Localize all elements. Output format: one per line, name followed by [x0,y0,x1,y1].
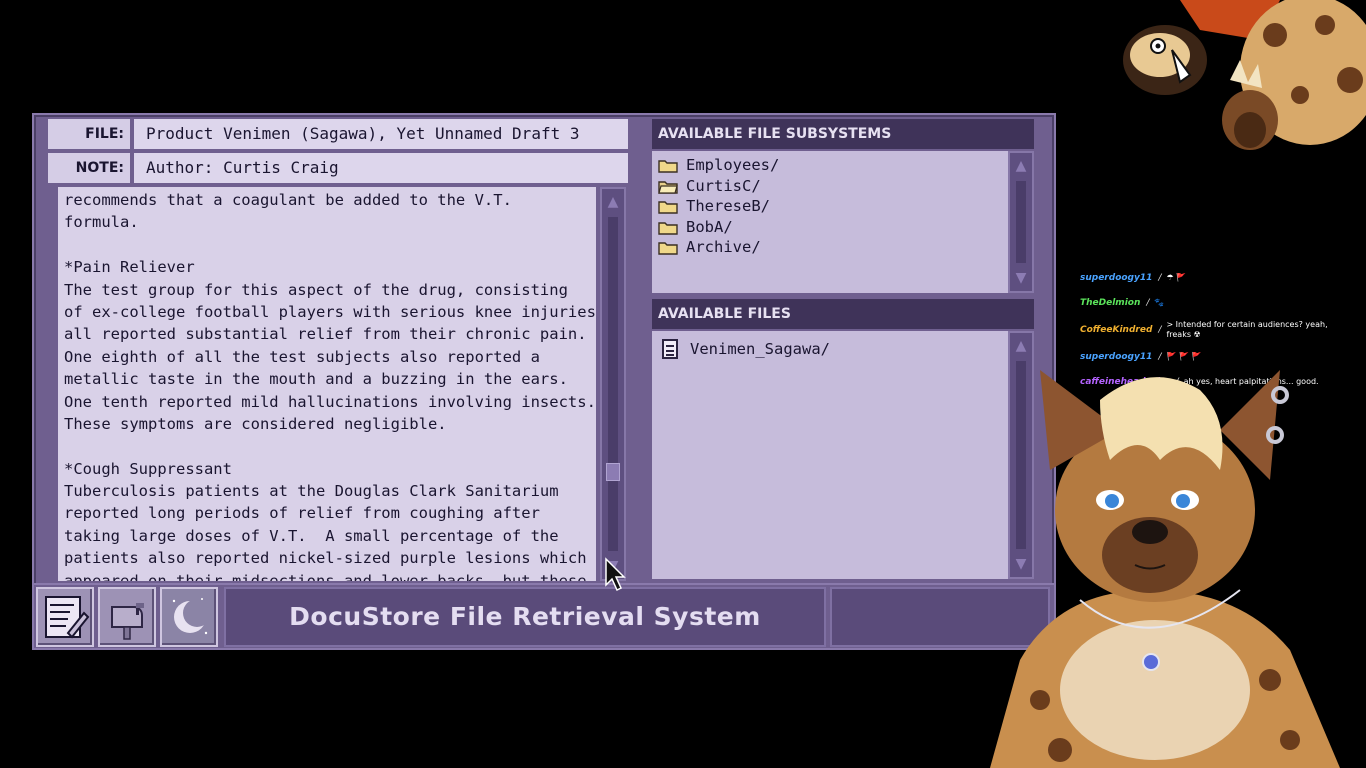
document-scrollbar[interactable]: ▲ ▼ [600,187,626,581]
scroll-up-arrow-icon[interactable]: ▲ [608,195,619,209]
open-folder-icon [658,179,678,194]
note-label: NOTE: [48,153,130,183]
doc-line: One eighth of all the test subjects also… [64,347,540,366]
list-item-label: BobA/ [686,217,733,236]
folder-icon [658,240,678,255]
doc-line: The test group for this aspect of the dr… [64,280,568,299]
subsystem-item-thereseb[interactable]: ThereseB/ [658,196,1008,217]
chat-message: CoffeeKindred / > Intended for certain a… [1080,315,1360,345]
subsystems-header: AVAILABLE FILE SUBSYSTEMS [652,119,1034,149]
scroll-up-arrow-icon[interactable]: ▲ [1016,339,1027,353]
document-pane: FILE: Product Venimen (Sagawa), Yet Unna… [48,117,630,583]
scroll-track[interactable] [1016,181,1026,263]
doc-line: These symptoms are considered negligible… [64,414,447,433]
file-item-venimen-sagawa[interactable]: Venimen_Sagawa/ [658,339,1008,360]
scroll-down-arrow-icon[interactable]: ▼ [1016,271,1027,285]
doc-line: Tuberculosis patients at the Douglas Cla… [64,482,559,501]
list-item-label: ThereseB/ [686,197,770,215]
mouse-cursor-icon [605,557,626,592]
file-name-field: Product Venimen (Sagawa), Yet Unnamed Dr… [134,119,628,149]
docustore-window: FILE: Product Venimen (Sagawa), Yet Unna… [32,113,1056,650]
doc-line: recommends that a coagulant be added to … [64,191,512,209]
document-text[interactable]: recommends that a coagulant be added to … [58,187,596,581]
doc-line: patients also reported nickel-sized purp… [64,549,587,568]
doc-line: formula. [64,213,139,232]
title-panel: DocuStore File Retrieval System [224,587,826,647]
app-title: DocuStore File Retrieval System [289,602,761,631]
moon-button[interactable] [160,587,218,647]
note-field: Author: Curtis Craig [134,153,628,183]
subsystem-item-employees[interactable]: Employees/ [658,155,1008,176]
document-icon [662,339,678,360]
doc-line [64,435,590,457]
subsystem-item-boba[interactable]: BobA/ [658,217,1008,238]
mailbox-button[interactable] [98,587,156,647]
chat-text: 🐾 [1154,297,1165,307]
notepad-button[interactable] [36,587,94,647]
note-row: NOTE: Author: Curtis Craig [48,153,630,183]
scroll-track[interactable] [608,217,618,551]
hyena-avatar [990,370,1340,768]
chat-message: superdoogy11 / ☂ 🚩 [1080,266,1360,291]
folder-icon [658,158,678,173]
doc-line: *Pain Reliever [64,258,195,277]
chat-separator: / [1146,297,1150,308]
scroll-thumb[interactable] [606,463,620,482]
moon-icon [172,598,211,635]
subsystem-item-curtisc[interactable]: CurtisC/ [658,176,1008,197]
mailbox-icon [111,603,144,640]
files-header: AVAILABLE FILES [652,299,1034,329]
list-item-label: CurtisC/ [686,176,761,195]
list-item-label: Venimen_Sagawa/ [690,340,830,358]
folder-icon [658,199,678,214]
taskbar: DocuStore File Retrieval System [34,583,1054,648]
notepad-icon [45,596,90,639]
hyena-sticker-art [1123,0,1366,150]
chat-username: TheDelmion [1080,297,1141,308]
chat-username: CoffeeKindred [1080,325,1153,335]
chat-message: TheDelmion / 🐾 [1080,291,1360,316]
doc-line: appeared on their midsections and lower … [64,571,587,581]
doc-line: taking large doses of V.T. A small perce… [64,526,559,545]
doc-line: metallic taste in the mouth and a buzzin… [64,370,568,389]
doc-line [64,234,590,256]
file-label: FILE: [48,119,130,149]
chat-text: > Intended for certain audiences? yeah, … [1166,320,1328,339]
chat-text: ☂ 🚩 [1166,273,1187,283]
list-item-label: Employees/ [686,156,780,174]
subsystems-scrollbar[interactable]: ▲ ▼ [1008,151,1034,293]
doc-line: *Cough Suppressant [64,459,232,478]
doc-line: One tenth reported mild hallucinations i… [64,392,596,411]
scroll-up-arrow-icon[interactable]: ▲ [1016,159,1027,173]
doc-line: all reported substantial relief from the… [64,325,587,344]
chat-username: superdoogy11 [1080,273,1153,284]
chat-separator: / [1158,325,1162,335]
chat-separator: / [1158,273,1162,284]
folder-icon [658,220,678,235]
list-item-label: Archive/ [686,238,761,256]
doc-line: of ex-college football players with seri… [64,302,596,321]
subsystems-list: Employees/ CurtisC/ ThereseB/ BobA/ Arch… [652,151,1008,293]
file-row: FILE: Product Venimen (Sagawa), Yet Unna… [48,119,630,149]
subsystem-item-archive[interactable]: Archive/ [658,237,1008,258]
doc-line: reported long periods of relief from cou… [64,504,540,523]
